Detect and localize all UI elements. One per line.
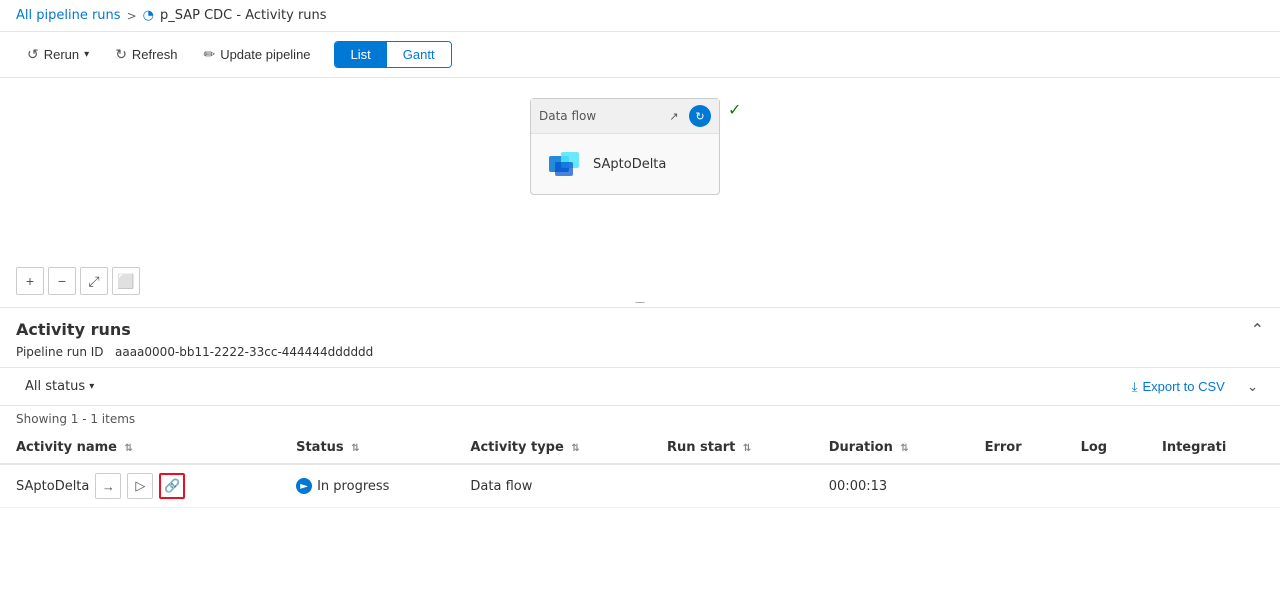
col-header-run-start: Run start ⇅ (651, 432, 813, 464)
breadcrumb: All pipeline runs > ◔ p_SAP CDC - Activi… (0, 0, 1280, 32)
refresh-button[interactable]: ↻ Refresh (104, 40, 188, 69)
dataflow-activity-name: SAptoDelta (593, 157, 666, 172)
row-details-button[interactable]: 🔗 (159, 473, 185, 499)
cell-run-start (651, 464, 813, 508)
toggle-gantt-button[interactable]: Gantt (387, 42, 451, 67)
cell-activity-name: SAptoDelta → ▷ 🔗 (0, 464, 280, 508)
breadcrumb-separator: > (127, 9, 137, 23)
refresh-label: Refresh (132, 47, 178, 62)
fit-view-icon: ⤢ (88, 273, 99, 290)
dataflow-activity-icon (547, 146, 583, 182)
pipeline-run-id-value: aaaa0000-bb11-2222-33cc-444444dddddd (115, 345, 373, 359)
rerun-icon: ↺ (27, 46, 39, 63)
toolbar: ↺ Rerun ▾ ↻ Refresh ✏ Update pipeline Li… (0, 32, 1280, 78)
sort-icon-activity-name[interactable]: ⇅ (125, 443, 133, 454)
sort-icon-status[interactable]: ⇅ (351, 443, 359, 454)
open-external-button[interactable]: ↗ (663, 105, 685, 127)
chevron-down-icon: ⌄ (1247, 379, 1258, 394)
view-toggle: List Gantt (334, 41, 452, 68)
export-csv-button[interactable]: ⤓ Export to CSV (1122, 375, 1235, 399)
canvas-collapse-handle[interactable] (620, 297, 660, 307)
col-header-activity-type: Activity type ⇅ (454, 432, 651, 464)
status-in-progress-icon: ► (296, 478, 312, 494)
pipeline-icon: ◔ (143, 8, 154, 23)
col-header-error: Error (969, 432, 1065, 464)
frame-view-button[interactable]: ⬜ (112, 267, 140, 295)
col-header-duration: Duration ⇅ (813, 432, 969, 464)
col-header-activity-name: Activity name ⇅ (0, 432, 280, 464)
section-collapse-button[interactable]: ⌃ (1251, 320, 1264, 339)
breadcrumb-all-pipeline-runs[interactable]: All pipeline runs (16, 8, 121, 23)
export-label: Export to CSV (1142, 379, 1224, 394)
export-chevron-button[interactable]: ⌄ (1241, 375, 1264, 399)
status-text: In progress (317, 479, 389, 494)
status-filter-dropdown[interactable]: All status ▾ (16, 374, 103, 399)
fit-view-button[interactable]: ⤢ (80, 267, 108, 295)
col-header-log: Log (1065, 432, 1146, 464)
dataflow-activity-card: Data flow ↗ ↻ SAptoDelta (530, 98, 720, 195)
sort-icon-run-start[interactable]: ⇅ (743, 443, 751, 454)
breadcrumb-current-page: p_SAP CDC - Activity runs (160, 8, 327, 23)
pipeline-run-id-label: Pipeline run ID (16, 345, 104, 359)
cell-activity-type: Data flow (454, 464, 651, 508)
update-pipeline-label: Update pipeline (220, 47, 310, 62)
table-header-row: Activity name ⇅ Status ⇅ Activity type ⇅… (0, 432, 1280, 464)
table-row: SAptoDelta → ▷ 🔗 ► (0, 464, 1280, 508)
zoom-in-button[interactable]: + (16, 267, 44, 295)
external-link-icon: ↗ (669, 110, 678, 123)
dataflow-header-label: Data flow (539, 109, 596, 123)
toggle-list-button[interactable]: List (335, 42, 387, 67)
dataflow-card-header: Data flow ↗ ↻ (531, 99, 719, 134)
section-header: Activity runs ⌃ (0, 308, 1280, 343)
rerun-label: Rerun (44, 47, 79, 62)
card-refresh-button[interactable]: ↻ (689, 105, 711, 127)
pipeline-canvas: Data flow ↗ ↻ SAptoDelta ✓ (0, 78, 1280, 308)
output-icon: ▷ (135, 478, 145, 494)
activity-runs-section: Activity runs ⌃ Pipeline run ID aaaa0000… (0, 308, 1280, 508)
dataflow-card-body: SAptoDelta (531, 134, 719, 194)
cell-status: ► In progress (280, 464, 454, 508)
update-icon: ✏ (203, 46, 215, 63)
filter-bar: All status ▾ ⤓ Export to CSV ⌄ (0, 367, 1280, 406)
col-header-integration: Integrati (1146, 432, 1280, 464)
showing-items-label: Showing 1 - 1 items (0, 406, 1280, 432)
canvas-controls: + − ⤢ ⬜ (16, 267, 140, 295)
activity-runs-table: Activity name ⇅ Status ⇅ Activity type ⇅… (0, 432, 1280, 508)
pipeline-run-id-row: Pipeline run ID aaaa0000-bb11-2222-33cc-… (0, 343, 1280, 367)
cell-duration: 00:00:13 (813, 464, 969, 508)
row-input-button[interactable]: → (95, 473, 121, 499)
details-icon: 🔗 (164, 478, 180, 494)
rerun-button[interactable]: ↺ Rerun ▾ (16, 40, 100, 69)
activity-name-text: SAptoDelta (16, 479, 89, 494)
update-pipeline-button[interactable]: ✏ Update pipeline (192, 40, 321, 69)
filter-label: All status (25, 379, 85, 394)
col-header-status: Status ⇅ (280, 432, 454, 464)
cell-integration (1146, 464, 1280, 508)
input-icon: → (102, 479, 115, 494)
sort-icon-duration[interactable]: ⇅ (900, 443, 908, 454)
cell-error (969, 464, 1065, 508)
sort-icon-activity-type[interactable]: ⇅ (571, 443, 579, 454)
zoom-out-button[interactable]: − (48, 267, 76, 295)
frame-icon: ⬜ (117, 273, 134, 290)
filter-chevron-icon: ▾ (89, 381, 94, 392)
rerun-chevron-icon: ▾ (84, 49, 89, 60)
row-output-button[interactable]: ▷ (127, 473, 153, 499)
download-icon: ⤓ (1132, 379, 1138, 395)
cell-log (1065, 464, 1146, 508)
section-title: Activity runs (16, 320, 131, 339)
success-check-icon: ✓ (728, 100, 741, 119)
refresh-icon: ↻ (115, 46, 127, 63)
card-refresh-icon: ↻ (695, 110, 704, 123)
